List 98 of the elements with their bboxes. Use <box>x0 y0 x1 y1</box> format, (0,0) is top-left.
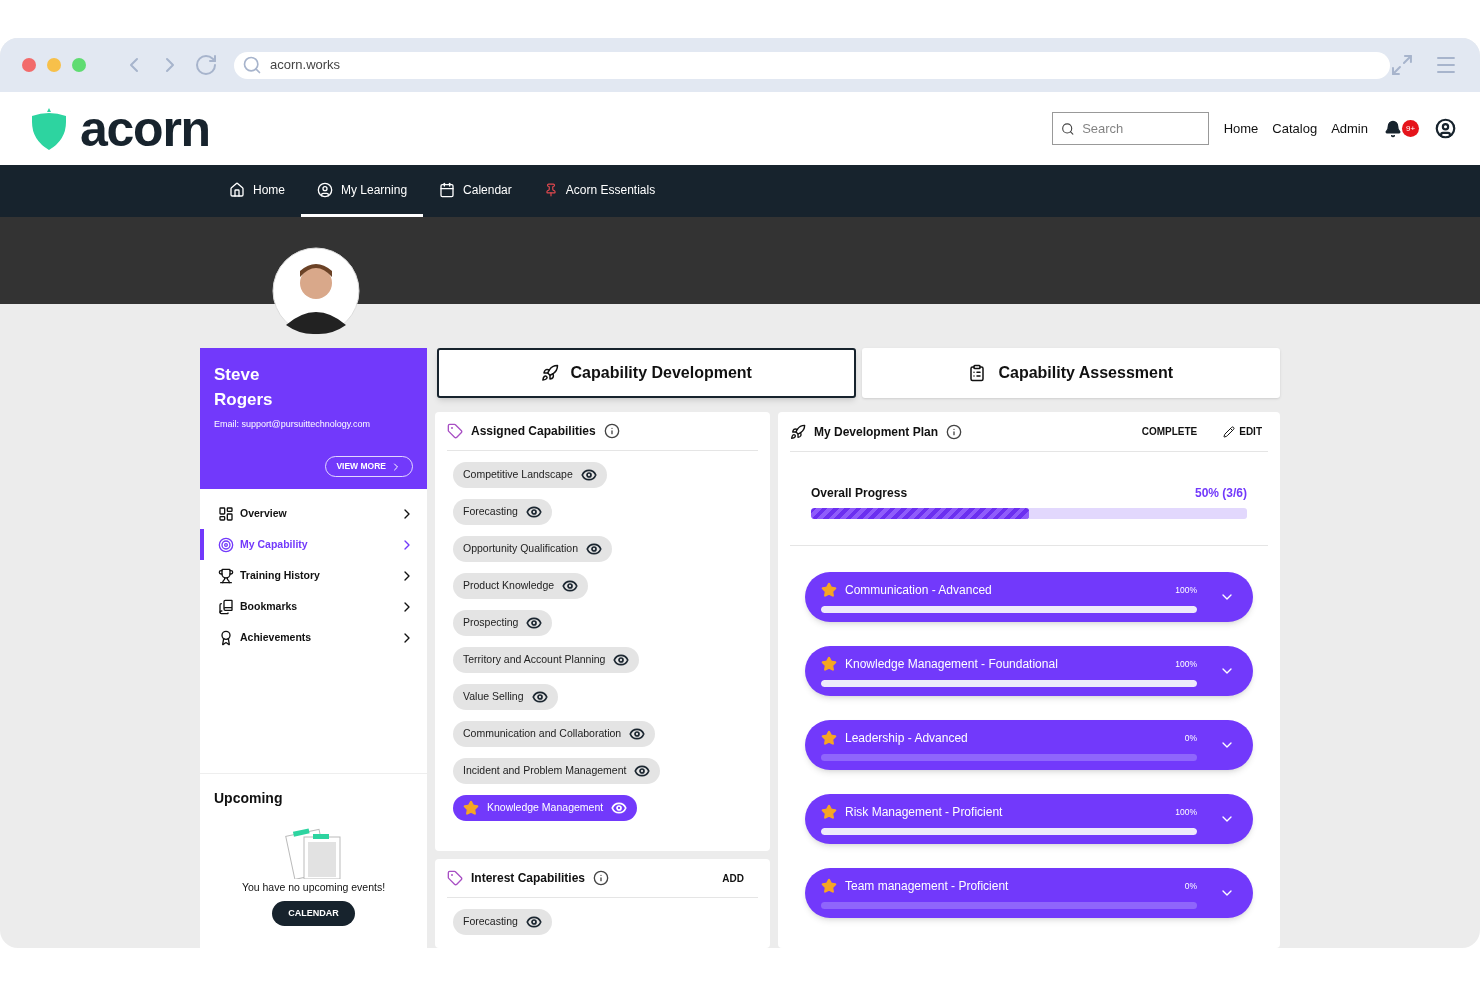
star-icon <box>463 800 479 816</box>
eye-icon[interactable] <box>525 914 542 930</box>
eye-icon[interactable] <box>526 615 543 631</box>
eye-icon[interactable] <box>629 726 646 742</box>
tab[interactable]: Capability Assessment <box>861 348 1280 398</box>
goal-reading: 0% <box>1184 879 1197 893</box>
eye-icon[interactable] <box>613 652 630 668</box>
goal-reading: 100% <box>1175 583 1197 597</box>
card-title: Assigned Capabilities <box>471 423 596 440</box>
eye-icon[interactable] <box>586 541 602 557</box>
tab[interactable]: Capability Development <box>437 348 856 398</box>
goal-title: Knowledge Management - Foundational <box>845 656 1058 673</box>
home-icon <box>229 181 245 198</box>
eye-icon[interactable] <box>611 800 628 816</box>
trophy-icon <box>218 567 234 584</box>
goal-title: Team management - Proficient <box>845 878 1009 895</box>
goal-card[interactable]: Knowledge Management - Foundational 100% <box>805 646 1253 696</box>
header-link[interactable]: Home <box>1223 118 1259 139</box>
capability-chip[interactable]: Product Knowledge <box>453 573 589 599</box>
add-button[interactable]: ADD <box>722 870 744 886</box>
info-icon[interactable] <box>946 423 963 440</box>
star-icon <box>821 656 837 672</box>
progress-reading: 50% (3/6) <box>1194 485 1247 502</box>
goal-title: Risk Management - Proficient <box>845 804 1003 821</box>
search-icon <box>1060 120 1075 137</box>
info-icon[interactable] <box>603 423 620 439</box>
goal-title: Communication - Advanced <box>845 582 992 599</box>
info-icon[interactable] <box>593 870 610 886</box>
goal-card[interactable]: Risk Management - Proficient 100% <box>805 794 1253 844</box>
capability-chip[interactable]: Forecasting <box>453 909 552 935</box>
dashboard-icon <box>218 505 234 522</box>
eye-icon[interactable] <box>531 689 548 705</box>
search-input[interactable]: Search <box>1082 118 1200 139</box>
star-icon <box>821 730 837 746</box>
books-icon <box>218 598 234 615</box>
edit-button[interactable]: EDIT <box>1223 424 1262 439</box>
nav-tab[interactable]: Home <box>213 165 301 217</box>
goal-reading: 100% <box>1175 657 1197 671</box>
star-icon <box>821 804 837 820</box>
upcoming-title: Upcoming <box>214 789 283 808</box>
eye-icon[interactable] <box>525 504 542 520</box>
sidebar-item[interactable]: Overview <box>200 498 427 529</box>
pin-icon <box>543 182 558 197</box>
address-bar[interactable]: acorn.works <box>234 51 1391 79</box>
capability-chip[interactable]: Competitive Landscape <box>453 462 607 488</box>
empty-message: You have no upcoming events! <box>241 880 386 895</box>
card-title: Interest Capabilities <box>471 870 586 887</box>
capability-chip[interactable]: Prospecting <box>453 610 553 636</box>
capability-chip[interactable]: Territory and Account Planning <box>453 647 640 673</box>
eye-icon[interactable] <box>580 467 597 483</box>
sidebar-item[interactable]: Training History <box>200 560 427 591</box>
capability-chip[interactable]: Value Selling <box>453 684 558 710</box>
calendar-button[interactable]: CALENDAR <box>272 900 355 926</box>
tag-icon <box>447 423 463 439</box>
clipboard-icon <box>968 364 987 382</box>
sidebar-item[interactable]: My Capability <box>200 529 427 560</box>
calendar-icon <box>439 181 456 198</box>
goal-reading: 0% <box>1184 731 1197 745</box>
nav-tab[interactable]: Acorn Essentials <box>527 165 672 217</box>
eye-icon[interactable] <box>634 763 651 779</box>
goal-card[interactable]: Team management - Proficient 0% <box>805 868 1253 918</box>
goal-card[interactable]: Leadership - Advanced 0% <box>805 720 1253 770</box>
acorn-logo-icon <box>30 107 68 150</box>
profile-name: Steve Rogers <box>214 364 274 411</box>
user-icon <box>317 181 333 198</box>
search-field[interactable]: Search <box>1051 112 1209 145</box>
account-icon[interactable] <box>1435 118 1456 139</box>
target-icon <box>218 536 234 553</box>
pencil-icon <box>1223 425 1236 438</box>
goal-card[interactable]: Communication - Advanced 100% <box>805 572 1253 622</box>
complete-button[interactable]: COMPLETE <box>1141 424 1198 439</box>
logo-wordmark: acorn <box>80 103 210 154</box>
capability-chip[interactable]: Opportunity Qualification <box>453 536 612 562</box>
star-icon <box>821 582 837 598</box>
clipboards-drawing <box>283 825 344 879</box>
sidebar-item[interactable]: Bookmarks <box>200 591 427 622</box>
capability-chip[interactable]: Forecasting <box>453 499 552 525</box>
capability-chip[interactable]: Communication and Collaboration <box>453 721 656 747</box>
badge-icon <box>218 629 234 646</box>
header-link[interactable]: Admin <box>1331 118 1368 139</box>
tag-icon <box>447 870 463 886</box>
search-icon <box>242 55 262 75</box>
goal-reading: 100% <box>1175 805 1197 819</box>
rocket-icon <box>790 423 806 440</box>
eye-icon[interactable] <box>562 578 579 594</box>
notification-bell-icon[interactable] <box>1384 119 1402 138</box>
progress-label: Overall Progress <box>811 485 908 502</box>
rocket-icon <box>540 364 559 382</box>
notification-badge: 9+ <box>1402 120 1419 137</box>
capability-chip[interactable]: Incident and Problem Management <box>453 758 661 784</box>
star-icon <box>821 878 837 894</box>
sidebar-item[interactable]: Achievements <box>200 622 427 653</box>
profile-email: Email: support@pursuittechnology.com <box>214 418 372 431</box>
goal-title: Leadership - Advanced <box>845 730 968 747</box>
card-title: My Development Plan <box>814 423 939 441</box>
nav-tab[interactable]: Calendar <box>423 165 528 217</box>
capability-chip[interactable]: Knowledge Management <box>453 795 638 821</box>
header-link[interactable]: Catalog <box>1272 118 1318 139</box>
